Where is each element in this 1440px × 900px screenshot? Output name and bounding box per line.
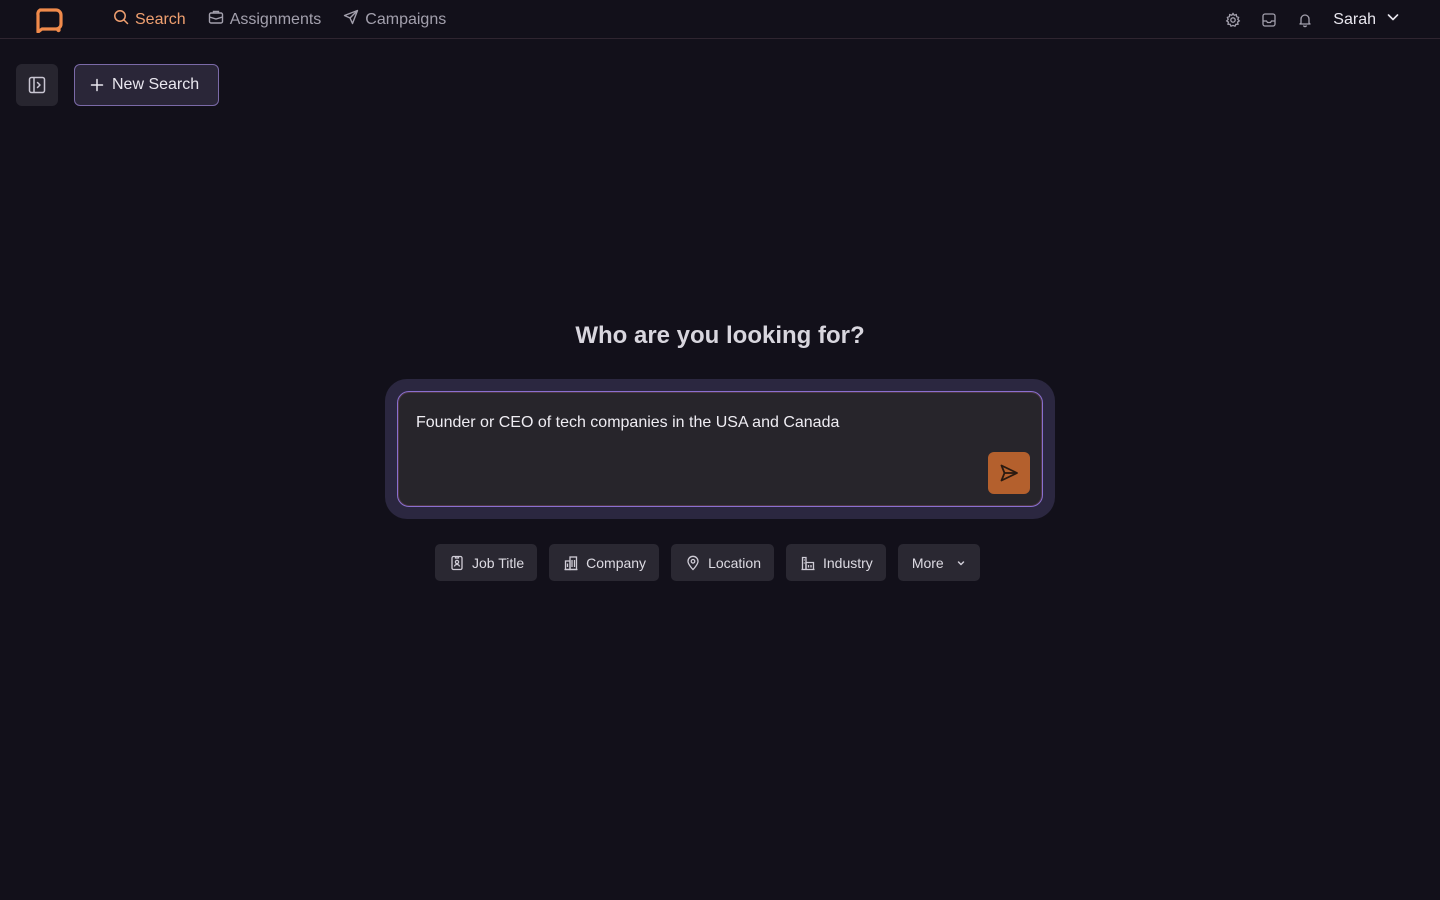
- app-logo-icon[interactable]: [34, 7, 64, 34]
- briefcase-icon: [208, 9, 224, 30]
- filter-location[interactable]: Location: [671, 544, 774, 581]
- filter-more-label: More: [911, 554, 944, 571]
- filter-chips: Job Title Company Location Industry More: [435, 544, 980, 581]
- main-nav: Search Assignments Campaigns: [113, 0, 446, 39]
- filter-industry[interactable]: Industry: [786, 544, 886, 581]
- gear-icon[interactable]: [1225, 11, 1241, 28]
- nav-assignments-label: Assignments: [229, 10, 322, 28]
- new-search-label: New Search: [112, 76, 200, 93]
- new-search-button[interactable]: New Search: [74, 64, 219, 106]
- search-input[interactable]: Founder or CEO of tech companies in the …: [397, 391, 1043, 507]
- filter-more[interactable]: More: [897, 544, 980, 581]
- inbox-icon[interactable]: [1261, 12, 1277, 28]
- nav-campaigns[interactable]: Campaigns: [343, 9, 446, 30]
- sidebar-expand-icon: [27, 75, 47, 95]
- page-title: Who are you looking for?: [575, 322, 865, 349]
- send-button[interactable]: [988, 452, 1030, 494]
- filter-job-title-label: Job Title: [472, 554, 525, 571]
- search-query-text: Founder or CEO of tech companies in the …: [416, 414, 840, 431]
- nav-campaigns-label: Campaigns: [365, 10, 447, 28]
- plus-icon: [90, 78, 104, 92]
- filter-job-title[interactable]: Job Title: [435, 544, 538, 581]
- search-icon: [113, 9, 129, 30]
- sidebar-toggle-button[interactable]: [16, 64, 58, 106]
- search-box-container: Founder or CEO of tech companies in the …: [385, 379, 1055, 519]
- filter-company[interactable]: Company: [549, 544, 660, 581]
- nav-assignments[interactable]: Assignments: [208, 9, 322, 30]
- send-icon: [343, 9, 359, 30]
- filter-industry-label: Industry: [823, 554, 873, 571]
- factory-icon: [800, 555, 816, 571]
- chevron-down-icon: [951, 557, 967, 569]
- send-icon: [998, 462, 1020, 484]
- filter-location-label: Location: [708, 554, 761, 571]
- nav-search-label: Search: [135, 10, 186, 28]
- filter-company-label: Company: [586, 554, 647, 571]
- user-menu[interactable]: Sarah: [1333, 10, 1400, 29]
- top-navigation-bar: Search Assignments Campaigns Sarah: [0, 0, 1440, 39]
- nav-search[interactable]: Search: [113, 9, 186, 30]
- chevron-down-icon: [1386, 10, 1400, 29]
- building-icon: [563, 555, 579, 571]
- bell-icon[interactable]: [1297, 12, 1313, 28]
- header-tools: Sarah: [1225, 0, 1400, 39]
- map-pin-icon: [685, 555, 701, 571]
- badge-icon: [449, 555, 465, 571]
- user-name: Sarah: [1333, 10, 1376, 28]
